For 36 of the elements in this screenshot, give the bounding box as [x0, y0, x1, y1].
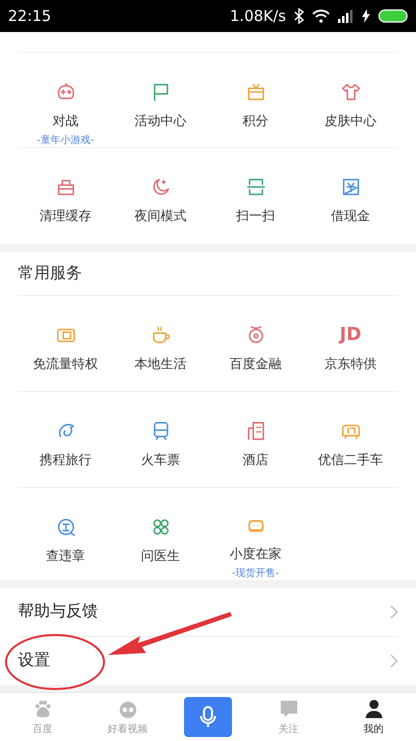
- service-label[interactable]: 百度金融: [230, 354, 282, 373]
- service-label[interactable]: 扫一扫: [236, 206, 275, 225]
- service-label[interactable]: 夜间模式: [134, 206, 186, 225]
- chevron-icon: [390, 654, 398, 668]
- bluetooth-icon: [294, 8, 304, 24]
- menu-item[interactable]: 帮助与反馈: [18, 601, 98, 622]
- brand-mark: JD: [340, 324, 362, 346]
- service-label[interactable]: 对战: [52, 112, 78, 130]
- service-label[interactable]: 酒店: [242, 450, 268, 469]
- microphone-icon: [199, 705, 217, 730]
- promo-caption: -童年小游戏-: [36, 134, 94, 147]
- chevron-icon: [390, 604, 398, 619]
- service-label[interactable]: 免流量特权: [33, 354, 98, 373]
- service-label[interactable]: 京东特供: [324, 354, 376, 373]
- service-label[interactable]: 携程旅行: [40, 450, 92, 469]
- service-label[interactable]: 小度在家: [230, 544, 282, 563]
- service-label[interactable]: 优信二手车: [318, 450, 383, 469]
- wifi-icon: [312, 8, 330, 23]
- service-label[interactable]: 积分: [242, 112, 268, 130]
- menu-item[interactable]: 设置: [18, 650, 50, 672]
- service-label[interactable]: 清理缓存: [40, 206, 92, 225]
- service-label[interactable]: 借现金: [331, 206, 370, 225]
- nav-tab[interactable]: 我的: [331, 698, 416, 736]
- signal-icon: [338, 8, 354, 23]
- service-label[interactable]: 活动中心: [134, 112, 186, 130]
- service-label[interactable]: 皮肤中心: [324, 112, 376, 130]
- service-label[interactable]: 火车票: [141, 450, 180, 469]
- section-title: 常用服务: [18, 262, 82, 284]
- service-label[interactable]: 查违章: [46, 546, 85, 565]
- service-label[interactable]: 本地生活: [134, 354, 186, 373]
- battery-icon: [378, 8, 408, 23]
- service-label[interactable]: 问医生: [141, 546, 180, 565]
- status-time: 22:15: [8, 6, 52, 25]
- voice-button[interactable]: [184, 697, 232, 738]
- promo-caption: -现货开售-: [232, 566, 280, 580]
- network-speed: 1.08K/s: [230, 6, 286, 25]
